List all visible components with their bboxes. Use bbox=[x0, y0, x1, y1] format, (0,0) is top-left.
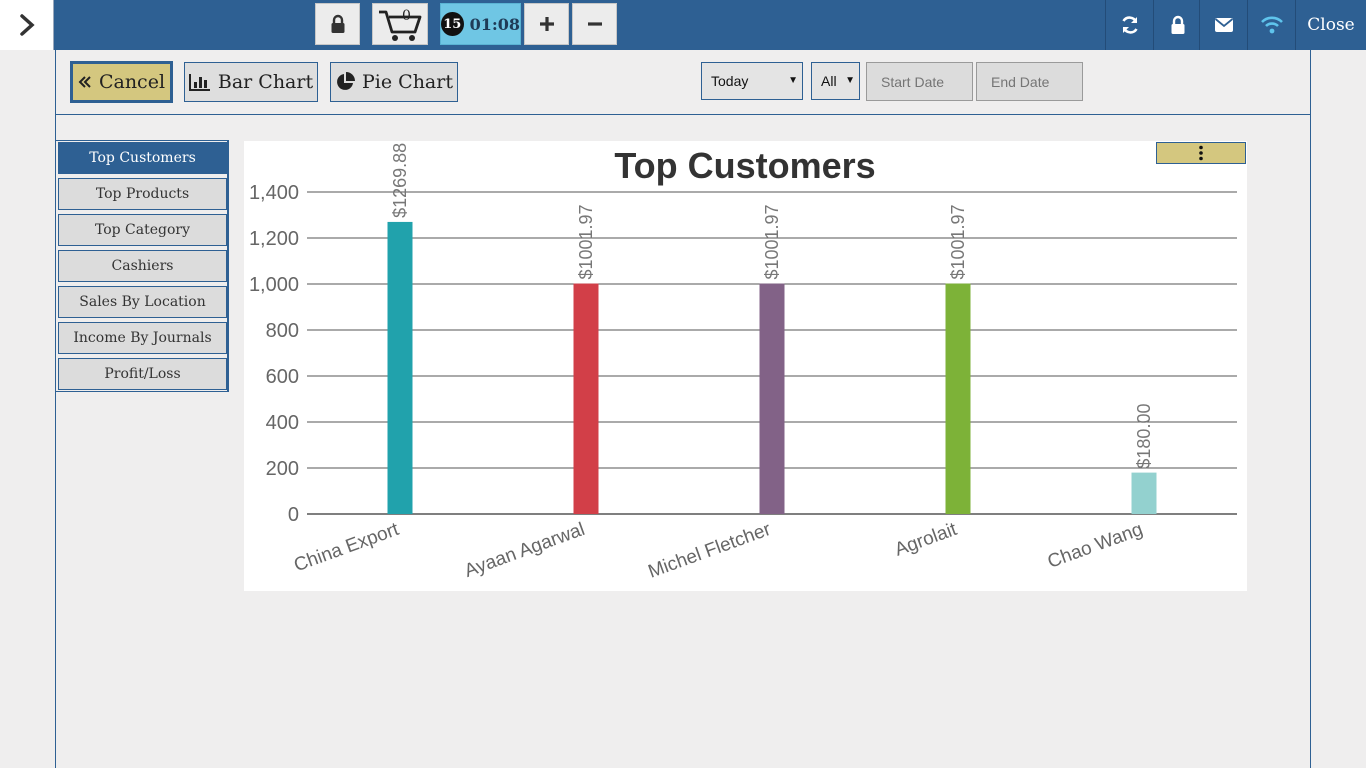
session-timer-button[interactable]: 15 01:08 bbox=[440, 3, 521, 45]
data-label: $1001.97 bbox=[762, 204, 782, 279]
menu-item-income-by-journals[interactable]: Income By Journals bbox=[58, 322, 227, 354]
start-date-input[interactable] bbox=[866, 62, 973, 101]
lock-button[interactable] bbox=[315, 3, 360, 45]
vertical-dots-icon bbox=[1199, 145, 1203, 161]
bar-chart-button[interactable]: Bar Chart bbox=[184, 62, 318, 102]
filter-select-value: All bbox=[821, 73, 837, 89]
bar[interactable] bbox=[387, 221, 413, 514]
envelope-icon bbox=[1214, 18, 1233, 32]
data-label: $1001.97 bbox=[576, 204, 596, 279]
report-menu: Top Customers Top Products Top Category … bbox=[56, 140, 229, 392]
bar[interactable] bbox=[759, 283, 785, 514]
x-tick-label: Ayaan Agarwal bbox=[462, 519, 588, 582]
caret-down-icon: ▼ bbox=[845, 75, 855, 86]
y-tick-label: 1,200 bbox=[249, 228, 299, 250]
data-label: $1001.97 bbox=[948, 204, 968, 279]
chart-container: Top Customers 0 200 400 600 800 1,000 1,200 1,4… bbox=[244, 141, 1247, 591]
menu-item-top-products[interactable]: Top Products bbox=[58, 178, 227, 210]
period-select-value: Today bbox=[711, 73, 749, 89]
chart-options-button[interactable] bbox=[1156, 142, 1246, 164]
bar-chart-icon bbox=[188, 74, 210, 91]
caret-down-icon: ▼ bbox=[788, 75, 798, 86]
wifi-icon bbox=[1260, 16, 1283, 34]
x-tick-label: Agrolait bbox=[892, 519, 960, 561]
cancel-button[interactable]: Cancel bbox=[70, 61, 173, 103]
timer-value: 01:08 bbox=[469, 14, 520, 34]
sidebar-toggle-button[interactable] bbox=[0, 0, 54, 50]
pie-chart-label: Pie Chart bbox=[362, 71, 453, 93]
x-tick-label: Chao Wang bbox=[1045, 519, 1146, 573]
menu-item-sales-by-location[interactable]: Sales By Location bbox=[58, 286, 227, 318]
bar[interactable] bbox=[945, 283, 971, 514]
bar[interactable] bbox=[573, 283, 599, 514]
y-tick-label: 0 bbox=[288, 504, 299, 526]
close-button[interactable]: Close bbox=[1295, 0, 1366, 50]
menu-item-top-category[interactable]: Top Category bbox=[58, 214, 227, 246]
cart-icon bbox=[379, 10, 422, 41]
messages-button[interactable] bbox=[1199, 0, 1247, 50]
bar-chart-label: Bar Chart bbox=[217, 71, 314, 93]
timer-badge: 15 bbox=[441, 12, 464, 36]
toolbar-divider bbox=[55, 114, 1311, 115]
y-tick-label: 400 bbox=[266, 412, 299, 434]
filter-select[interactable]: All ▼ bbox=[811, 62, 860, 100]
data-label: $180.00 bbox=[1134, 404, 1154, 469]
remove-button[interactable] bbox=[572, 3, 617, 45]
chevron-right-icon bbox=[19, 14, 35, 36]
minus-icon bbox=[587, 22, 602, 26]
lock-icon bbox=[1171, 15, 1184, 34]
add-button[interactable] bbox=[524, 3, 569, 45]
screen-lock-button[interactable] bbox=[1153, 0, 1201, 50]
plus-icon bbox=[539, 17, 554, 31]
refresh-button[interactable] bbox=[1105, 0, 1153, 50]
chart-title: Top Customers bbox=[614, 145, 875, 186]
cancel-label: Cancel bbox=[98, 71, 166, 93]
connection-status-button[interactable] bbox=[1247, 0, 1295, 50]
x-tick-label: Michel Fletcher bbox=[645, 519, 774, 583]
bar[interactable] bbox=[1131, 472, 1157, 514]
menu-item-cashiers[interactable]: Cashiers bbox=[58, 250, 227, 282]
refresh-icon bbox=[1121, 16, 1138, 34]
lock-icon bbox=[331, 14, 344, 33]
pie-chart-icon bbox=[337, 72, 356, 90]
data-label: $1269.88 bbox=[390, 143, 410, 218]
y-tick-label: 600 bbox=[266, 366, 299, 388]
period-select[interactable]: Today ▼ bbox=[701, 62, 803, 100]
pie-chart-button[interactable]: Pie Chart bbox=[330, 62, 458, 102]
y-tick-label: 1,000 bbox=[249, 274, 299, 296]
menu-item-top-customers[interactable]: Top Customers bbox=[58, 142, 227, 174]
y-tick-label: 800 bbox=[266, 320, 299, 342]
top-toolbar: 0 15 01:08 Close bbox=[0, 0, 1366, 50]
bar-chart: Top Customers 0 200 400 600 800 1,000 1,200 1,4… bbox=[249, 143, 1237, 583]
double-chevron-left-icon bbox=[78, 76, 91, 88]
y-tick-label: 200 bbox=[266, 458, 299, 480]
menu-item-profit-loss[interactable]: Profit/Loss bbox=[58, 358, 227, 390]
end-date-input[interactable] bbox=[976, 62, 1083, 101]
x-tick-label: China Export bbox=[291, 519, 402, 577]
cart-count: 0 bbox=[402, 8, 411, 24]
cart-button[interactable]: 0 bbox=[372, 3, 428, 45]
y-tick-label: 1,400 bbox=[249, 182, 299, 204]
